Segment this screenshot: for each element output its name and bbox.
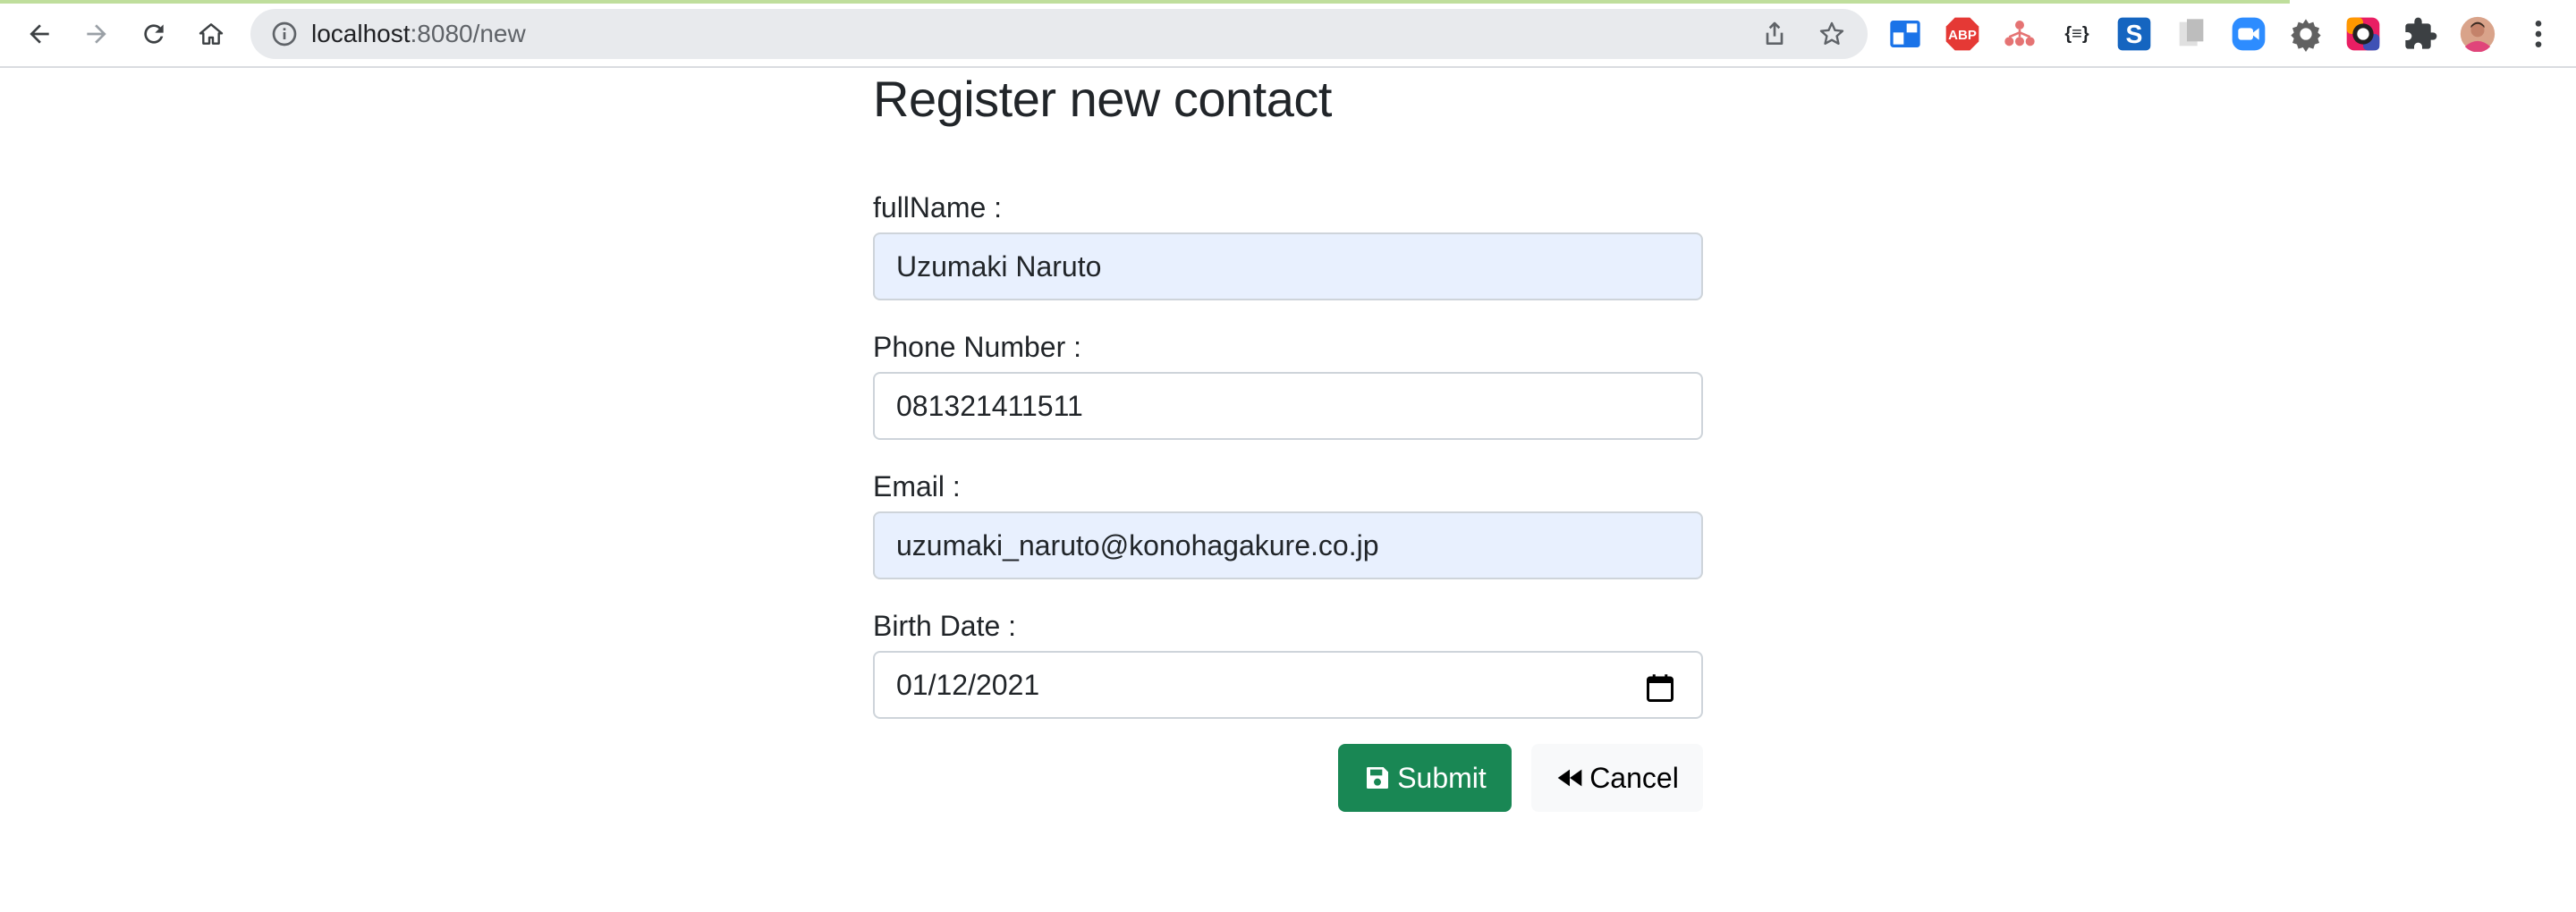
bookmark-star-icon[interactable]	[1818, 20, 1846, 48]
email-input[interactable]	[873, 511, 1703, 579]
floppy-disk-icon	[1367, 767, 1389, 789]
page-load-progress	[0, 0, 2290, 4]
phone-input[interactable]	[873, 372, 1703, 440]
profile-avatar[interactable]	[2460, 16, 2496, 52]
home-icon	[199, 23, 224, 45]
info-icon[interactable]	[270, 20, 299, 48]
forward-button[interactable]	[75, 13, 118, 55]
fast-backward-icon	[1557, 769, 1582, 787]
page-title: Register new contact	[873, 71, 1332, 127]
birthdate-input[interactable]	[873, 651, 1703, 719]
fullname-label: fullName :	[873, 191, 1003, 224]
submit-button[interactable]: Submit	[1338, 744, 1512, 812]
phone-group: Phone Number :	[873, 329, 1703, 440]
reload-icon	[144, 24, 164, 44]
svg-text:ABP: ABP	[1948, 28, 1977, 43]
birthdate-group: Birth Date :	[873, 608, 1703, 719]
calendar-icon[interactable]	[1644, 672, 1676, 705]
gear-extension-icon[interactable]	[2288, 16, 2324, 52]
email-label: Email :	[873, 470, 961, 502]
share-icon[interactable]	[1760, 20, 1789, 48]
arrow-right-icon	[87, 24, 106, 44]
cancel-label: Cancel	[1589, 761, 1679, 794]
zoom-extension-icon[interactable]	[2231, 16, 2267, 52]
url-text: localhost:8080/new	[311, 9, 526, 59]
browser-toolbar: localhost:8080/new ABP {≡} S	[0, 0, 2576, 68]
adblock-plus-extension-icon[interactable]: ABP	[1945, 16, 1980, 52]
submit-label: Submit	[1397, 761, 1487, 794]
fullname-input[interactable]	[873, 232, 1703, 300]
network-extension-icon[interactable]	[2002, 16, 2038, 52]
phone-label: Phone Number :	[873, 331, 1082, 363]
email-group: Email :	[873, 469, 1703, 579]
svg-text:S: S	[2126, 21, 2143, 49]
arrow-left-icon	[30, 24, 49, 44]
fullname-group: fullName :	[873, 190, 1703, 300]
back-button[interactable]	[18, 13, 61, 55]
birthdate-label: Birth Date :	[873, 610, 1017, 642]
address-bar[interactable]: localhost:8080/new	[250, 9, 1868, 59]
kebab-menu-icon[interactable]	[2521, 16, 2556, 52]
color-picker-extension-icon[interactable]	[2345, 16, 2381, 52]
s-extension-icon[interactable]: S	[2116, 16, 2152, 52]
document-extension-icon[interactable]	[2174, 16, 2209, 52]
screen-capture-extension-icon[interactable]	[1887, 16, 1923, 52]
extensions-puzzle-icon[interactable]	[2402, 16, 2438, 52]
url-host: localhost	[311, 20, 411, 47]
reload-button[interactable]	[132, 13, 175, 55]
cancel-button[interactable]: Cancel	[1531, 744, 1703, 812]
url-path: :8080/new	[410, 20, 526, 47]
birthdate-wrapper	[873, 651, 1703, 719]
home-button[interactable]	[190, 13, 233, 55]
json-formatter-extension-icon[interactable]: {≡}	[2059, 16, 2095, 52]
